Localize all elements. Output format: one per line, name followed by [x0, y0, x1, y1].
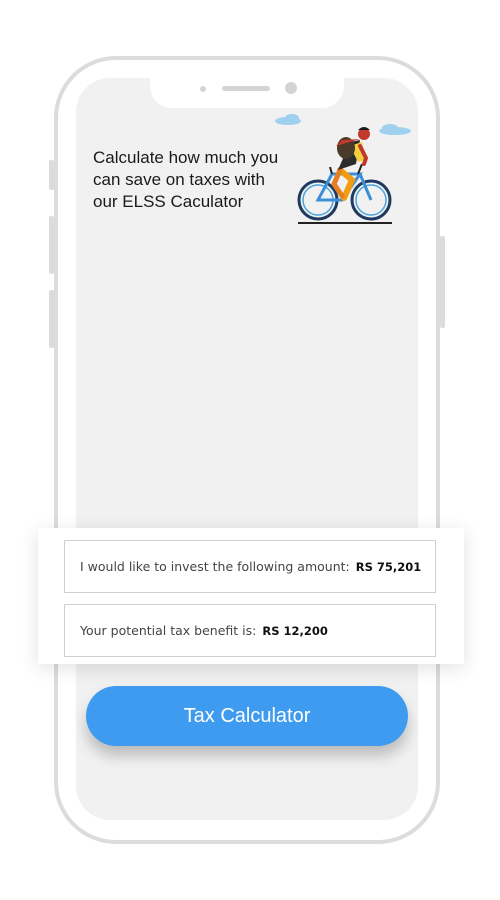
tax-benefit-field: Your potential tax benefit is: RS 12,200: [64, 604, 436, 657]
phone-notch: [150, 78, 344, 108]
front-camera: [285, 82, 297, 94]
phone-volume-down-button: [49, 290, 54, 348]
cloud-icon: [379, 124, 411, 135]
phone-side-button: [49, 160, 54, 190]
calculator-card: I would like to invest the following amo…: [38, 528, 464, 664]
speaker-grille: [222, 86, 270, 91]
invest-amount-value: RS 75,201: [355, 559, 422, 574]
invest-amount-label: I would like to invest the following amo…: [80, 559, 350, 574]
phone-power-button: [440, 236, 445, 328]
phone-volume-up-button: [49, 216, 54, 274]
sensor-dot: [200, 86, 206, 92]
invest-amount-field[interactable]: I would like to invest the following amo…: [64, 540, 436, 593]
tax-calculator-button[interactable]: Tax Calculator: [86, 686, 408, 746]
cloud-icon: [275, 114, 301, 125]
tax-benefit-label: Your potential tax benefit is:: [80, 623, 257, 638]
page: Calculate how much you can save on taxes…: [0, 0, 500, 900]
tax-benefit-value: RS 12,200: [262, 623, 328, 638]
cyclist-illustration: [275, 114, 411, 224]
